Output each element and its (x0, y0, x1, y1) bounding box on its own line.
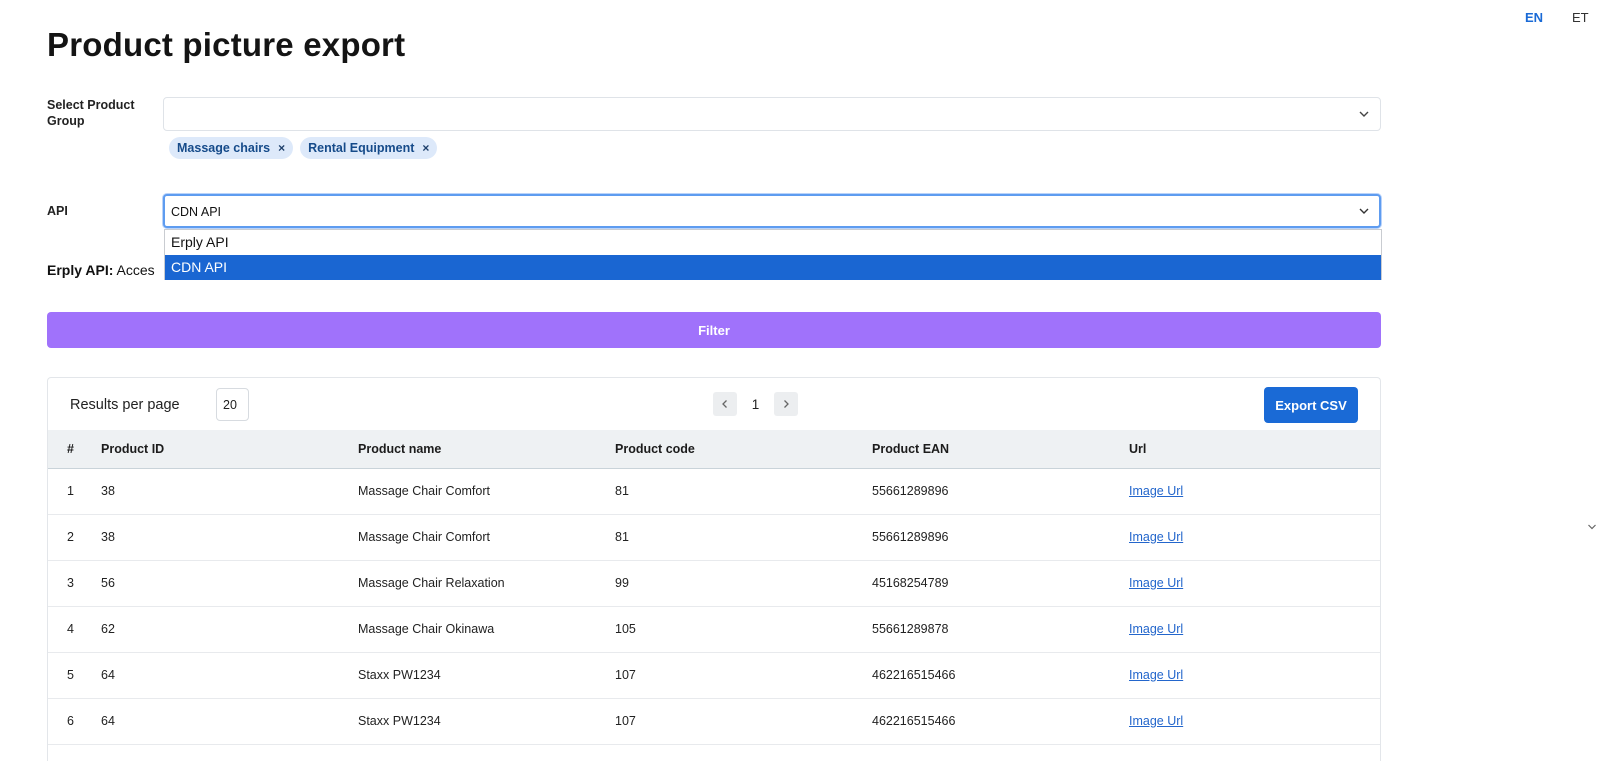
results-table: # Product ID Product name Product code P… (48, 430, 1380, 745)
cell-product-id: 38 (101, 530, 115, 544)
cell-product-name: Massage Chair Comfort (358, 530, 490, 544)
cell-product-ean: 462216515466 (872, 668, 956, 682)
table-header-row: # Product ID Product name Product code P… (48, 430, 1380, 468)
table-row: 4 62 Massage Chair Okinawa 105 556612898… (48, 606, 1380, 652)
column-header-product-id: Product ID (101, 441, 165, 456)
chip-label: Rental Equipment (308, 141, 415, 155)
results-toolbar: Results per page 1 Export CSV (48, 378, 1380, 430)
image-url-link[interactable]: Image Url (1129, 714, 1183, 728)
cell-product-ean: 55661289896 (872, 530, 949, 544)
chip-rental-equipment: Rental Equipment × (300, 137, 438, 159)
cell-index: 5 (67, 668, 74, 682)
filter-button[interactable]: Filter (47, 312, 1381, 348)
cell-product-ean: 45168254789 (872, 576, 949, 590)
api-info-description: Acces (116, 262, 155, 278)
chevron-right-icon[interactable] (774, 392, 798, 416)
cell-product-code: 81 (615, 530, 629, 544)
cell-product-id: 56 (101, 576, 115, 590)
api-info-text: Erply API: Acces (47, 262, 155, 278)
table-row: 3 56 Massage Chair Relaxation 99 4516825… (48, 560, 1380, 606)
table-row: 2 38 Massage Chair Comfort 81 5566128989… (48, 514, 1380, 560)
cell-index: 6 (67, 714, 74, 728)
cell-product-ean: 462216515466 (872, 714, 956, 728)
api-select[interactable]: CDN API (163, 194, 1381, 228)
cell-product-id: 64 (101, 668, 115, 682)
cell-product-name: Massage Chair Comfort (358, 484, 490, 498)
option-cdn-api[interactable]: CDN API (165, 255, 1381, 280)
option-erply-api[interactable]: Erply API (165, 230, 1381, 255)
table-row: 5 64 Staxx PW1234 107 462216515466 Image… (48, 652, 1380, 698)
chip-label: Massage chairs (177, 141, 271, 155)
cell-product-code: 107 (615, 714, 636, 728)
chevron-down-icon[interactable] (1587, 519, 1597, 537)
column-header-product-name: Product name (358, 441, 442, 456)
api-info-label: Erply API: (47, 262, 114, 278)
table-row: 1 38 Massage Chair Comfort 81 5566128989… (48, 468, 1380, 514)
results-per-page-label: Results per page (70, 397, 180, 413)
cell-product-code: 81 (615, 484, 629, 498)
language-et-link[interactable]: ET (1572, 10, 1589, 25)
cell-product-code: 107 (615, 668, 636, 682)
chevron-left-icon[interactable] (713, 392, 737, 416)
cell-product-name: Staxx PW1234 (358, 668, 441, 682)
column-header-product-ean: Product EAN (872, 441, 950, 456)
cell-product-id: 38 (101, 484, 115, 498)
image-url-link[interactable]: Image Url (1129, 530, 1183, 544)
pagination: 1 (713, 392, 798, 416)
api-dropdown-list: Erply API CDN API (164, 229, 1382, 280)
cell-index: 1 (67, 484, 74, 498)
results-per-page-input[interactable] (216, 388, 249, 421)
results-panel: Results per page 1 Export CSV # Product … (47, 377, 1381, 761)
image-url-link[interactable]: Image Url (1129, 484, 1183, 498)
image-url-link[interactable]: Image Url (1129, 576, 1183, 590)
page-title: Product picture export (47, 26, 406, 63)
cell-index: 2 (67, 530, 74, 544)
chevron-down-icon (1358, 205, 1370, 217)
product-group-label: Select Product Group (47, 98, 135, 128)
cell-product-id: 62 (101, 622, 115, 636)
api-selected-value: CDN API (171, 205, 222, 219)
cell-product-ean: 55661289896 (872, 484, 949, 498)
cell-index: 3 (67, 576, 74, 590)
cell-product-name: Massage Chair Relaxation (358, 576, 505, 590)
column-header-index: # (67, 441, 74, 456)
cell-product-ean: 55661289878 (872, 622, 949, 636)
api-label: API (47, 204, 68, 218)
column-header-url: Url (1129, 441, 1147, 456)
table-row: 6 64 Staxx PW1234 107 462216515466 Image… (48, 698, 1380, 744)
chip-massage-chairs: Massage chairs × (169, 137, 294, 159)
column-header-product-code: Product code (615, 441, 695, 456)
cell-index: 4 (67, 622, 74, 636)
chevron-down-icon (1358, 108, 1370, 120)
image-url-link[interactable]: Image Url (1129, 668, 1183, 682)
current-page: 1 (751, 396, 760, 412)
close-icon[interactable]: × (422, 141, 429, 155)
cell-product-name: Massage Chair Okinawa (358, 622, 495, 636)
export-csv-button[interactable]: Export CSV (1264, 387, 1358, 423)
cell-product-name: Staxx PW1234 (358, 714, 441, 728)
close-icon[interactable]: × (278, 141, 285, 155)
cell-product-code: 99 (615, 576, 629, 590)
cell-product-code: 105 (615, 622, 636, 636)
language-en-link[interactable]: EN (1525, 10, 1543, 25)
cell-product-id: 64 (101, 714, 115, 728)
product-group-select[interactable] (163, 97, 1381, 131)
selected-groups: Massage chairs × Rental Equipment × (169, 137, 438, 159)
image-url-link[interactable]: Image Url (1129, 622, 1183, 636)
